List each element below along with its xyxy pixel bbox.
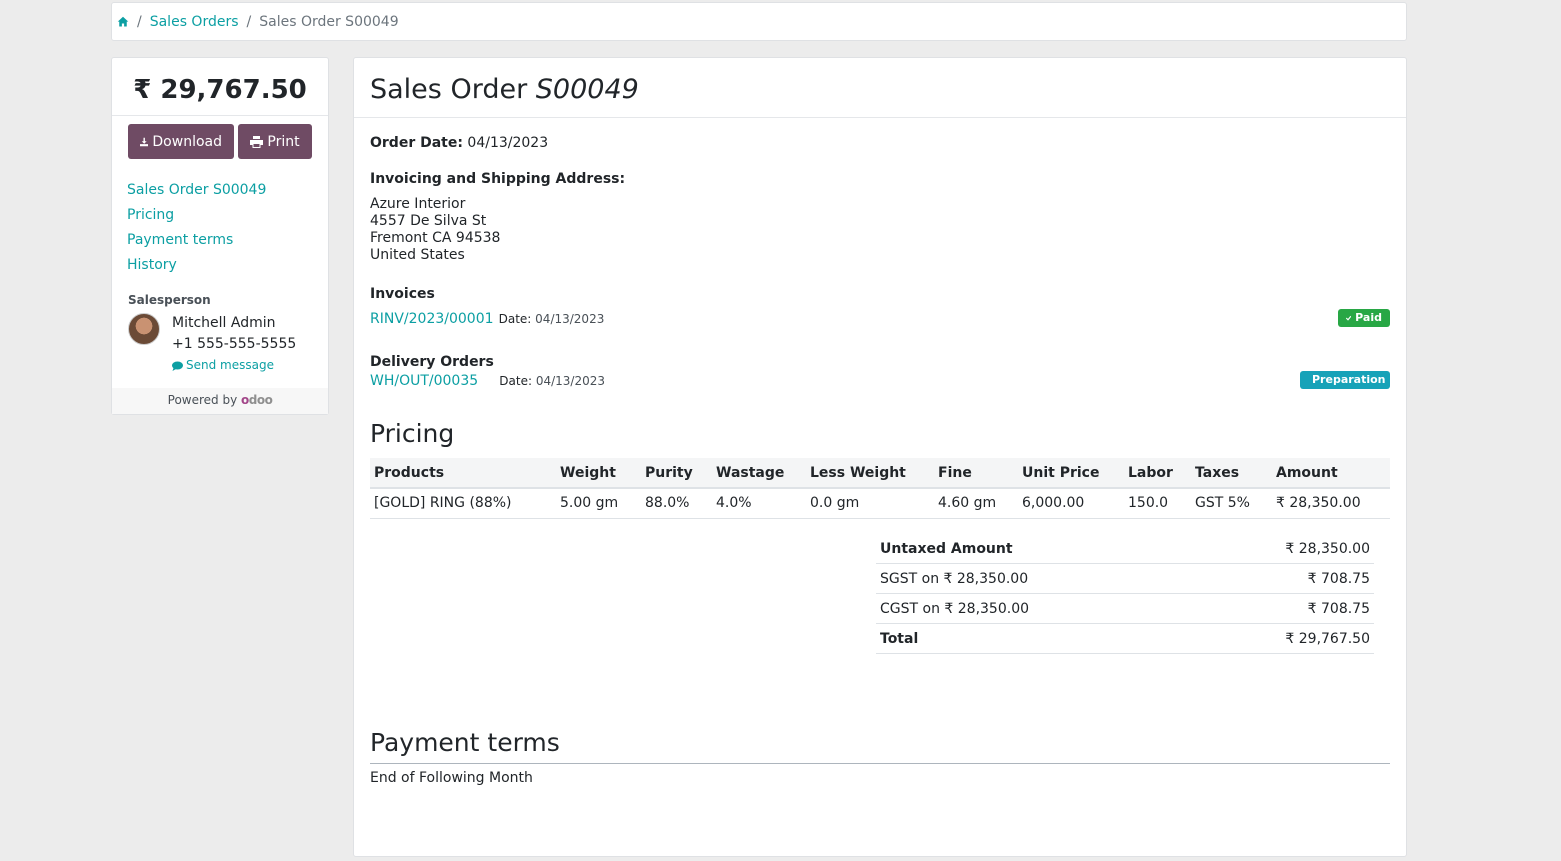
totals-value: ₹ 29,767.50 [1285, 630, 1370, 647]
cell-taxes: GST 5% [1191, 488, 1272, 519]
check-icon [1346, 315, 1352, 321]
sales-order-panel: Sales Order S00049 Order Date: 04/13/202… [353, 57, 1407, 857]
address-block: Azure Interior 4557 De Silva St Fremont … [370, 196, 1390, 264]
invoice-row: RINV/2023/00001 Date: 04/13/2023 Paid [370, 308, 1390, 327]
totals-row: CGST on ₹ 28,350.00 ₹ 708.75 [876, 594, 1374, 624]
invoice-link[interactable]: RINV/2023/00001 [370, 311, 494, 327]
salesperson-phone: +1 555-555-5555 [172, 336, 297, 352]
sidebar-nav: Sales Order S00049 Pricing Payment terms… [112, 159, 328, 281]
breadcrumb-separator: / [246, 13, 252, 30]
nav-history[interactable]: History [127, 257, 177, 273]
table-header-row: Products Weight Purity Wastage Less Weig… [370, 458, 1390, 489]
pricing-table: Products Weight Purity Wastage Less Weig… [370, 458, 1390, 519]
download-icon [140, 137, 149, 146]
order-number: S00049 [535, 74, 639, 105]
delivery-status: Preparation [1312, 373, 1386, 386]
delivery-label: Delivery Orders [370, 354, 494, 370]
cell-wastage: 4.0% [712, 488, 806, 519]
avatar [128, 313, 160, 345]
chat-icon [172, 361, 183, 371]
cell-fine: 4.60 gm [934, 488, 1018, 519]
payment-terms-title: Payment terms [370, 728, 1390, 764]
totals-row: SGST on ₹ 28,350.00 ₹ 708.75 [876, 564, 1374, 594]
status-badge: Preparation [1300, 370, 1390, 389]
address-line: 4557 De Silva St [370, 213, 487, 229]
cell-less-weight: 0.0 gm [806, 488, 934, 519]
payment-terms-text: End of Following Month [370, 770, 533, 786]
nav-pricing[interactable]: Pricing [127, 207, 174, 223]
totals-value: ₹ 708.75 [1307, 600, 1370, 617]
col-products: Products [370, 458, 556, 489]
odoo-logo[interactable]: odoo [241, 393, 273, 407]
totals-row: Untaxed Amount ₹ 28,350.00 [876, 534, 1374, 564]
address-line: Azure Interior [370, 196, 466, 212]
pricing-title: Pricing [370, 419, 455, 448]
totals-table: Untaxed Amount ₹ 28,350.00 SGST on ₹ 28,… [876, 534, 1374, 654]
col-labor: Labor [1124, 458, 1191, 489]
col-unit-price: Unit Price [1018, 458, 1124, 489]
cell-unit-price: 6,000.00 [1018, 488, 1124, 519]
nav-sales-order[interactable]: Sales Order S00049 [127, 182, 266, 198]
col-purity: Purity [641, 458, 712, 489]
totals-label: SGST on ₹ 28,350.00 [880, 570, 1029, 587]
powered-by-label: Powered by [167, 393, 238, 407]
totals-label: Untaxed Amount [880, 540, 1013, 557]
totals-value: ₹ 708.75 [1307, 570, 1370, 587]
totals-label: Total [880, 630, 919, 647]
send-message-label: Send message [186, 358, 274, 372]
delivery-link[interactable]: WH/OUT/00035 [370, 373, 478, 389]
invoice-status: Paid [1355, 311, 1382, 324]
col-taxes: Taxes [1191, 458, 1272, 489]
salesperson-name: Mitchell Admin [172, 315, 276, 331]
print-icon [250, 135, 264, 148]
totals-row: Total ₹ 29,767.50 [876, 624, 1374, 654]
col-amount: Amount [1272, 458, 1390, 489]
home-icon[interactable] [117, 16, 129, 28]
order-date: Order Date: 04/13/2023 [370, 135, 1390, 151]
breadcrumb: / Sales Orders / Sales Order S00049 [111, 2, 1407, 41]
address-line: Fremont CA 94538 [370, 230, 501, 246]
order-date-value: 04/13/2023 [467, 135, 549, 151]
delivery-date-label: Date: [499, 374, 532, 388]
address-line: United States [370, 247, 465, 263]
delivery-row: WH/OUT/00035 Date: 04/13/2023 Preparatio… [370, 370, 1390, 389]
breadcrumb-current: Sales Order S00049 [259, 13, 399, 30]
invoice-date-label: Date: [498, 312, 532, 326]
cell-purity: 88.0% [641, 488, 712, 519]
cell-weight: 5.00 gm [556, 488, 641, 519]
col-less-weight: Less Weight [806, 458, 934, 489]
title-prefix: Sales Order [370, 74, 528, 105]
totals-label: CGST on ₹ 28,350.00 [880, 600, 1030, 617]
address-label: Invoicing and Shipping Address: [370, 171, 626, 187]
print-button[interactable]: Print [238, 124, 312, 159]
invoice-date: 04/13/2023 [535, 312, 605, 326]
col-weight: Weight [556, 458, 641, 489]
download-button[interactable]: Download [128, 124, 234, 159]
table-row: [GOLD] RING (88%) 5.00 gm 88.0% 4.0% 0.0… [370, 488, 1390, 519]
download-label: Download [152, 133, 222, 150]
salesperson-card: Mitchell Admin +1 555-555-5555 Send mess… [112, 307, 328, 378]
cell-labor: 150.0 [1124, 488, 1191, 519]
powered-by: Powered by odoo [112, 388, 328, 414]
cell-product: [GOLD] RING (88%) [370, 488, 556, 519]
delivery-date: 04/13/2023 [535, 374, 605, 388]
page-title: Sales Order S00049 [354, 58, 1406, 118]
totals-value: ₹ 28,350.00 [1285, 540, 1370, 557]
cell-amount: ₹ 28,350.00 [1272, 488, 1390, 519]
nav-payment-terms[interactable]: Payment terms [127, 232, 233, 248]
order-date-label: Order Date: [370, 135, 463, 151]
action-buttons: Download Print [112, 116, 328, 159]
sidebar: ₹ 29,767.50 Download Print Sales Order S… [111, 57, 329, 415]
col-wastage: Wastage [712, 458, 806, 489]
col-fine: Fine [934, 458, 1018, 489]
invoices-label: Invoices [370, 286, 435, 302]
salesperson-label: Salesperson [128, 293, 211, 307]
send-message-link[interactable]: Send message [172, 355, 274, 376]
breadcrumb-separator: / [137, 13, 142, 30]
print-label: Print [267, 133, 300, 150]
payment-terms-section: Payment terms End of Following Month [370, 728, 1390, 786]
status-badge: Paid [1338, 308, 1390, 327]
total-amount: ₹ 29,767.50 [112, 58, 328, 116]
breadcrumb-sales-orders[interactable]: Sales Orders [150, 14, 239, 30]
